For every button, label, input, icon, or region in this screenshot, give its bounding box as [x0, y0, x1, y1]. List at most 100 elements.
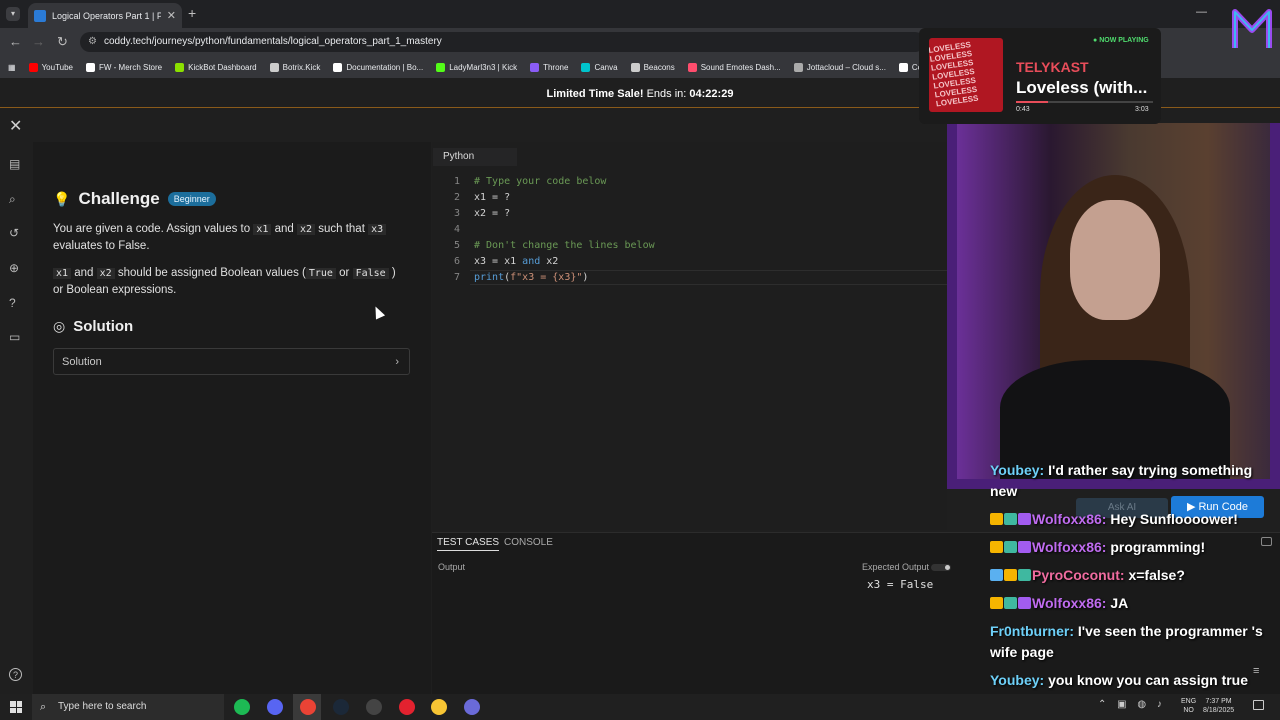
tab-search-button[interactable]: ▾ [6, 7, 20, 21]
taskbar-opera-icon[interactable] [398, 699, 415, 715]
system-clock[interactable]: 7:37 PM 8/18/2025 [1203, 697, 1234, 715]
sub-badge-icon [1004, 597, 1017, 609]
bookmark-label: Botrix.Kick [282, 62, 321, 72]
challenge-instructions: x1 and x2 should be assigned Boolean val… [53, 265, 408, 298]
bookmark-item[interactable]: Documentation | Bo... [333, 62, 423, 72]
line-number: 7 [453, 272, 460, 283]
keyboard-layout: NO [1183, 707, 1194, 714]
chat-username: Youbey [990, 672, 1040, 688]
track-progress-fill [1016, 101, 1049, 103]
apps-grid-icon[interactable]: ▦ [8, 63, 16, 72]
inline-code: x1 [253, 224, 272, 235]
reload-icon[interactable]: ↻ [57, 34, 68, 50]
chat-message: Wolfoxx86: programming! [990, 537, 1276, 558]
bookmark-favicon-icon [630, 62, 640, 72]
bookmark-item[interactable]: FW - Merch Store [86, 62, 162, 72]
bookmark-item[interactable]: KickBot Dashboard [175, 62, 257, 72]
bookmark-favicon-icon [793, 62, 803, 72]
address-bar[interactable]: ⚙ coddy.tech/journeys/python/fundamental… [80, 32, 925, 52]
document-icon[interactable]: ▤ [9, 157, 20, 171]
difficulty-badge: Beginner [167, 192, 216, 206]
bookmark-label: Beacons [643, 62, 675, 72]
line-number: 2 [453, 192, 460, 203]
chat-text: x=false? [1128, 567, 1185, 583]
challenge-title: Challenge [78, 189, 160, 208]
bookmark-item[interactable]: Botrix.Kick [269, 62, 321, 72]
close-lesson-icon[interactable]: ✕ [9, 116, 22, 136]
line-number: 3 [453, 208, 460, 219]
back-icon[interactable]: ← [9, 34, 22, 49]
input-language[interactable]: ENG NO [1181, 697, 1196, 715]
taskbar-search[interactable]: ⌕ Type here to search [32, 694, 224, 720]
system-tray-icons[interactable]: ⌃ ▣ ◍ ♪ [1098, 699, 1166, 710]
history-icon[interactable]: ↺ [9, 226, 19, 240]
sword-badge-icon [990, 569, 1003, 581]
bookmark-label: Sound Emotes Dash... [700, 62, 781, 72]
bookmark-label: Throne [543, 62, 569, 72]
now-playing-status: ● NOW PLAYING [1093, 37, 1149, 44]
solution-label: Solution [62, 356, 102, 368]
taskbar-spotify-icon[interactable] [234, 699, 250, 715]
taskbar-discord-icon[interactable] [266, 699, 283, 715]
track-artist: TELYKAST [1016, 59, 1089, 75]
site-info-icon[interactable]: ⚙ [88, 32, 97, 52]
taskbar-chrome-icon[interactable] [299, 699, 316, 715]
minimize-window-button[interactable]: — [1196, 6, 1207, 18]
challenge-description: You are given a code. Assign values to x… [53, 221, 408, 254]
language-code: ENG [1181, 698, 1197, 705]
windows-start-icon[interactable] [10, 701, 22, 713]
chevron-right-icon: › [395, 356, 399, 368]
browser-tab[interactable]: Logical Operators Part 1 | Pytho ✕ [28, 3, 182, 28]
channel-logo-icon [1232, 9, 1272, 48]
bookmark-item[interactable]: Beacons [630, 62, 675, 72]
forward-icon[interactable]: → [32, 34, 45, 49]
notification-icon[interactable] [1253, 700, 1264, 710]
zoom-icon[interactable]: ⊕ [9, 261, 19, 275]
tab-console[interactable]: CONSOLE [504, 537, 553, 548]
code-line[interactable]: x1 = ? [474, 192, 510, 203]
chat-menu-icon[interactable]: ≡ [1253, 665, 1259, 677]
lightbulb-icon: 💡 [53, 190, 71, 207]
bookmark-item[interactable]: Jottacloud – Cloud s... [793, 62, 886, 72]
code-line[interactable]: x3 = x1 and x2 [474, 256, 558, 267]
search-document-icon[interactable]: ⌕ [9, 192, 16, 207]
search-placeholder: Type here to search [58, 701, 147, 712]
bookmark-item[interactable]: Sound Emotes Dash... [687, 62, 781, 72]
new-tab-button[interactable]: + [188, 5, 196, 21]
code-token: x2 [540, 256, 559, 267]
bookmark-item[interactable]: LadyMarl3n3 | Kick [436, 62, 517, 72]
solution-title: Solution [73, 318, 134, 335]
taskbar-steam-icon[interactable] [332, 699, 349, 715]
gem-badge-icon [1018, 597, 1031, 609]
code-line[interactable]: # Don't change the lines below [474, 240, 655, 251]
bookmark-item[interactable]: YouTube [28, 62, 73, 72]
taskbar-obs-icon[interactable] [365, 699, 382, 715]
close-tab-icon[interactable]: ✕ [167, 9, 176, 22]
chat-username: Fr0ntburner [990, 623, 1070, 639]
inline-code: False [352, 268, 389, 279]
bookmark-item[interactable]: Throne [530, 62, 569, 72]
tab-test-cases[interactable]: TEST CASES [437, 537, 500, 551]
help-circle-icon[interactable]: ? [9, 296, 16, 310]
solution-accordion[interactable]: Solution › [53, 348, 410, 375]
code-line[interactable]: # Type your code below [474, 176, 606, 187]
feedback-icon[interactable]: ▭ [9, 330, 20, 344]
left-rail [0, 142, 33, 694]
album-art: LOVELESS LOVELESS LOVELESS LOVELESS LOVE… [929, 38, 1003, 112]
bookmark-favicon-icon [333, 62, 343, 72]
expected-output-toggle[interactable] [931, 564, 951, 571]
text: such that [318, 223, 365, 235]
code-line[interactable]: x2 = ? [474, 208, 510, 219]
status-text: NOW PLAYING [1099, 37, 1149, 44]
keyword: and [522, 256, 541, 267]
line-number: 6 [453, 256, 460, 267]
help-icon[interactable]: ? [9, 668, 22, 681]
text: and [274, 223, 294, 235]
code-line[interactable]: print(f"x3 = {x3}") [474, 272, 588, 283]
text: and [74, 267, 94, 279]
language-tab[interactable]: Python [433, 148, 517, 166]
bookmark-item[interactable]: Canva [581, 62, 618, 72]
chat-message: Wolfoxx86: JA [990, 593, 1276, 614]
sub-badge-icon [1018, 569, 1031, 581]
gem-badge-icon [1018, 513, 1031, 525]
